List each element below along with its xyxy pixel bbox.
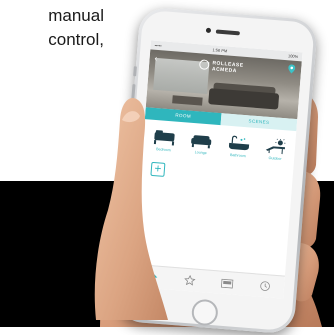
clock-icon (260, 281, 270, 291)
bath-icon (228, 135, 249, 151)
room-label-bathroom: Bathroom (229, 152, 246, 159)
thumb-image (94, 98, 168, 320)
room-label-outdoor: Outdoor (268, 156, 282, 162)
room-tile-outdoor[interactable]: Outdoor (260, 135, 292, 167)
room-tile-lounge[interactable]: Lounge (185, 130, 217, 162)
hero-table (172, 95, 203, 106)
front-camera (205, 27, 212, 34)
nav-favorites[interactable] (182, 273, 197, 288)
home-button[interactable] (190, 298, 219, 327)
location-pin-icon[interactable] (288, 64, 296, 74)
nav-schedule[interactable] (258, 279, 273, 294)
brand-name-line-2: ACMEDA (211, 66, 238, 75)
star-icon (183, 274, 196, 286)
room-tile-bathroom[interactable]: Bathroom (222, 132, 254, 164)
caption-line-2: control, (48, 30, 104, 49)
caption-line-1: manual (48, 6, 104, 25)
earpiece-speaker (215, 29, 240, 36)
sun-lounger-icon (265, 138, 286, 155)
room-label-lounge: Lounge (194, 150, 207, 156)
marketing-caption: manual control, (0, 4, 104, 52)
nav-shades[interactable] (220, 276, 235, 291)
window-icon (220, 278, 234, 288)
sofa-icon (191, 135, 212, 149)
